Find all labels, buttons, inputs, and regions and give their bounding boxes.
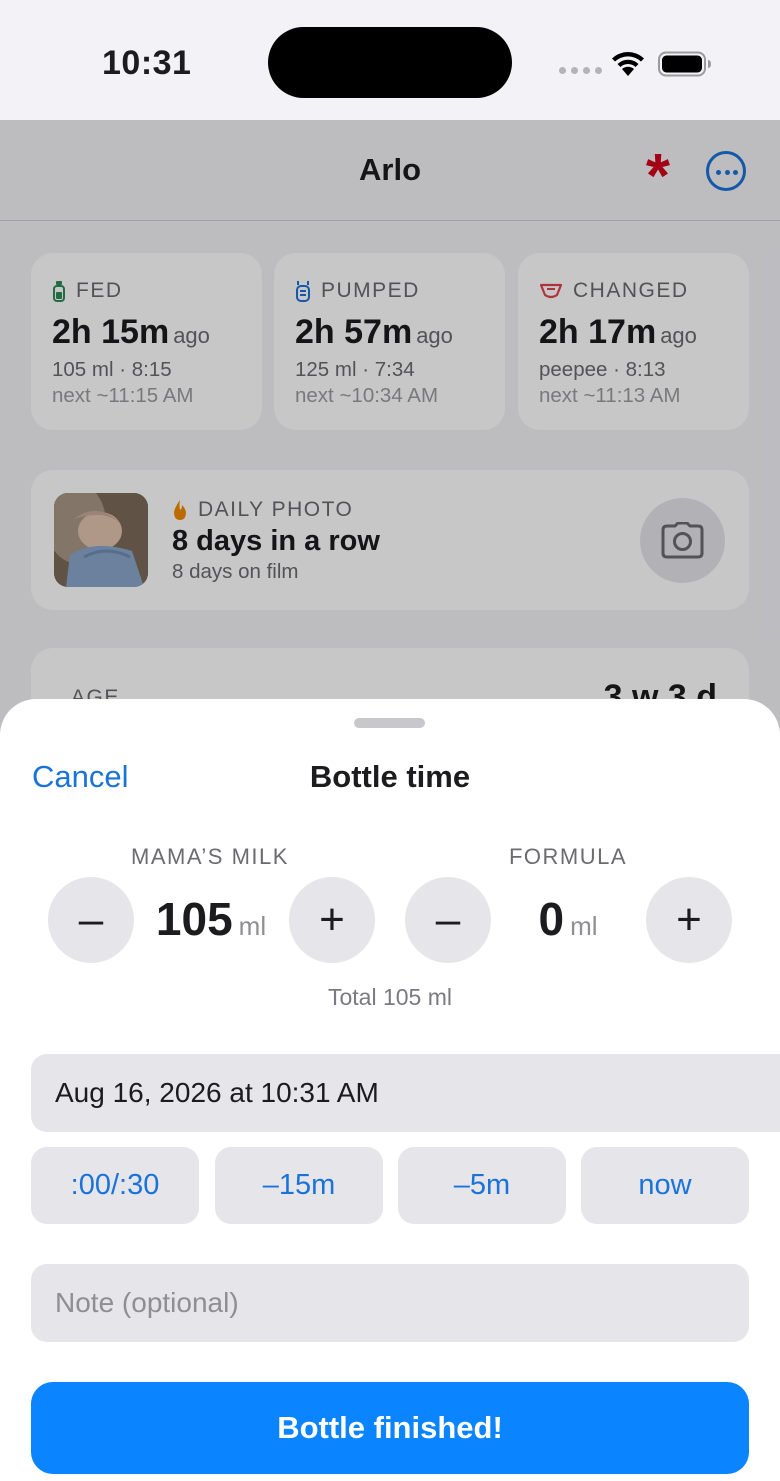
status-time: 10:31 [102,44,192,82]
formula-decrement-button[interactable]: – [405,877,491,963]
sheet-title: Bottle time [309,759,471,794]
formula-unit: ml [570,911,598,941]
bottle-sheet: Cancel Bottle time MAMA’S MILK – 105 ml +… [0,699,780,1481]
formula-increment-button[interactable]: + [646,877,732,963]
milk-decrement-button[interactable]: – [48,877,134,963]
wifi-icon [612,52,644,76]
note-input[interactable] [31,1264,749,1342]
milk-value: 105 [155,893,233,945]
bottle-finished-button[interactable]: Bottle finished! [31,1382,749,1474]
cellular-icon [559,67,602,74]
formula-amount: 0 ml [497,892,639,946]
dynamic-island [268,27,512,98]
round-half-hour-chip[interactable]: :00/:30 [31,1147,199,1224]
mamas-milk-label: MAMA’S MILK [131,844,289,869]
milk-increment-button[interactable]: + [289,877,375,963]
formula-value: 0 [538,893,565,945]
minus-15m-chip[interactable]: –15m [215,1147,383,1224]
total-amount: Total 105 ml [327,984,452,1010]
datetime-picker[interactable]: Aug 16, 2026 at 10:31 AM [31,1054,780,1132]
battery-icon [658,51,711,77]
status-bar: 10:31 [0,0,780,120]
now-chip[interactable]: now [581,1147,749,1224]
sheet-grabber[interactable] [354,718,425,728]
milk-unit: ml [238,911,267,941]
milk-amount: 105 ml [140,892,282,946]
formula-label: FORMULA [508,844,628,869]
minus-5m-chip[interactable]: –5m [398,1147,566,1224]
